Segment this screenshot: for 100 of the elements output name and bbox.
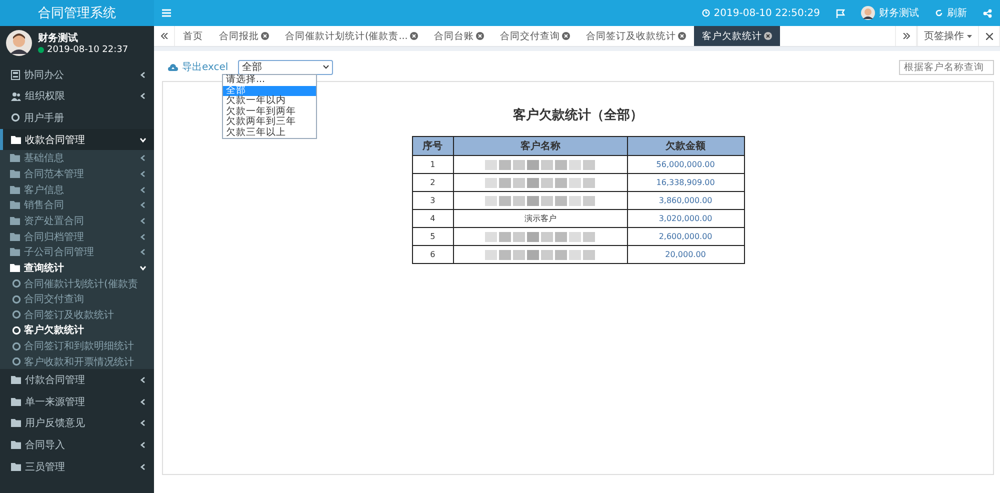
close-icon[interactable] [562,32,570,40]
share-icon[interactable] [983,8,992,18]
table-cell: 3,020,000.00 [627,210,744,228]
sidebar-item[interactable]: 合同范本管理 [0,166,154,182]
table-cell: 3 [412,192,454,210]
sidebar-item[interactable]: 用户手册 [0,107,154,129]
avatar [861,6,875,20]
chevron-icon [140,442,146,448]
sidebar-item[interactable]: 合同催款计划统计(催款责 [0,276,154,292]
close-icon[interactable] [678,32,686,40]
sidebar-item[interactable]: 单一来源管理 [0,391,154,413]
sidebar-item[interactable]: 客户收款和开票情况统计 [0,354,154,370]
table-cell: 56,000,000.00 [627,156,744,174]
chevron-icon [140,420,146,426]
folder-icon [11,376,21,384]
column-header: 客户名称 [453,136,628,156]
chevron-icon [140,464,146,470]
report-title: 客户欠款统计（全部） [513,106,643,124]
close-icon[interactable] [476,32,484,40]
tab[interactable]: 合同台账 [426,26,492,46]
column-header: 欠款金额 [627,136,744,156]
table-cell: 5 [412,228,454,246]
sidebar-item[interactable]: 销售合同 [0,197,154,214]
tab-actions-menu[interactable]: 页签操作 [917,26,978,46]
sidebar-item[interactable]: 协同办公 [0,64,154,86]
tab[interactable]: 首页 [175,26,211,46]
sidebar-item[interactable]: 查询统计 [0,260,154,276]
sidebar-item[interactable]: 付款合同管理 [0,369,154,392]
circle-icon [11,113,20,122]
dropdown-option[interactable]: 欠款两年到三年 [223,117,316,128]
table-cell: 20,000.00 [627,246,744,264]
scroll-left-icon[interactable] [160,33,168,39]
table-cell: 3,860,000.00 [627,192,744,210]
sidebar-item[interactable]: 收款合同管理 [0,128,154,150]
close-icon[interactable] [764,32,772,40]
tab[interactable]: 合同催款计划统计(催款责... [277,26,426,46]
tab[interactable]: 合同签订及收款统计 [578,26,694,46]
calculator-icon [11,70,20,80]
app-title: 合同管理系统 [0,0,154,26]
menu-icon[interactable] [162,9,171,17]
tab[interactable]: 客户欠款统计 [694,26,780,46]
refresh-icon [935,9,943,17]
sidebar-item[interactable]: 资产处置合同 [0,213,154,229]
sidebar-item[interactable]: 客户信息 [0,182,154,198]
folder-icon [11,398,21,406]
table-cell: 演示客户 [453,210,628,228]
fullscreen-icon[interactable] [986,32,992,40]
chevron-icon [140,155,146,162]
chevron-icon [140,93,146,100]
chevron-icon [140,377,146,384]
clock-icon [702,9,710,17]
cloud-upload-icon [168,64,178,70]
circle-icon [12,342,21,351]
circle-icon [12,294,21,304]
chevron-icon [140,234,146,240]
tab[interactable]: 合同报批 [211,26,277,46]
circle-icon [12,310,21,320]
table-cell: 4 [412,210,454,228]
scroll-right-icon[interactable] [902,33,910,39]
table-cell: 2,600,000.00 [627,228,744,246]
circle-icon [12,357,21,366]
dropdown-option[interactable]: 欠款一年以内 [223,96,316,106]
sidebar-item[interactable]: 合同归档管理 [0,228,154,244]
chevron-icon [140,136,146,143]
sidebar-item[interactable]: 合同签订和到款明细统计 [0,338,154,354]
caret-icon [967,34,972,38]
sidebar-item[interactable]: 三员管理 [0,456,154,478]
sidebar-item[interactable]: 基础信息 [0,150,154,166]
sidebar-item[interactable]: 用户反馈意见 [0,412,154,434]
chevron-icon [140,249,146,256]
flag-icon[interactable] [836,8,845,18]
sidebar-item[interactable]: 合同签订及收款统计 [0,307,154,323]
user-name: 财务测试 [38,32,79,45]
chevron-icon [140,72,146,78]
chevron-icon [140,202,146,208]
chevron-icon [140,170,146,177]
circle-icon [12,326,21,335]
dropdown-option[interactable]: 欠款一年到两年 [223,106,316,117]
sidebar-item[interactable]: 合同导入 [0,434,154,456]
close-icon[interactable] [410,32,418,40]
caret-icon [323,65,330,69]
circle-icon [12,279,21,288]
users-icon [11,92,21,101]
dropdown-option[interactable]: 请选择... [223,75,316,86]
table-cell: 2 [412,174,454,192]
tab[interactable]: 合同交付查询 [492,26,578,46]
sidebar-item[interactable]: 客户欠款统计 [0,322,154,338]
folder-icon [11,419,21,428]
chevron-icon [140,186,146,193]
sidebar-item[interactable]: 合同交付查询 [0,291,154,308]
current-datetime: 2019-08-10 22:50:29 [714,8,820,18]
sidebar-item[interactable]: 子公司合同管理 [0,244,154,260]
sidebar-item[interactable]: 组织权限 [0,86,154,108]
column-header: 序号 [412,136,454,156]
export-excel-link[interactable]: 导出excel [168,60,228,74]
search-field[interactable]: 根据客户名称查询 [899,60,994,74]
close-icon[interactable] [261,32,269,40]
table-cell: 1 [412,156,454,174]
folder-icon [11,462,21,471]
dropdown-option[interactable]: 欠款三年以上 [223,128,316,138]
